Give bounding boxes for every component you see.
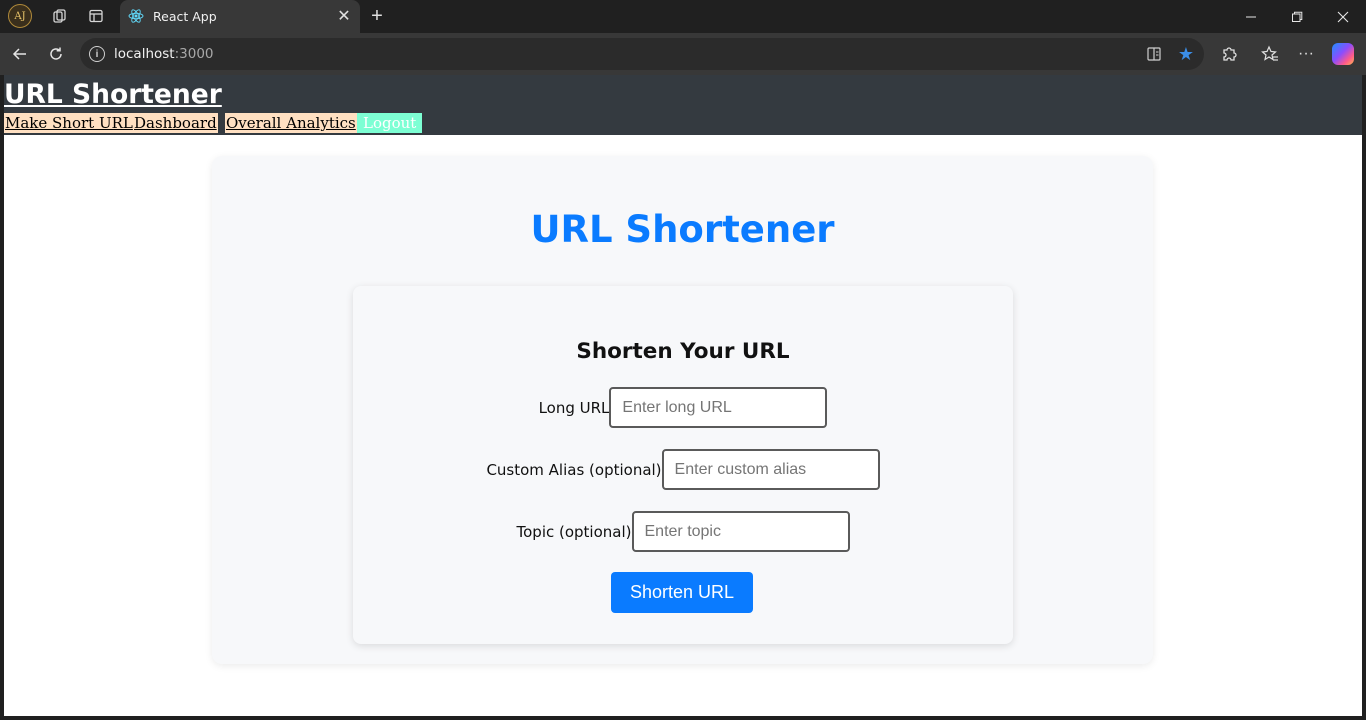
back-icon[interactable] <box>8 42 32 66</box>
close-window-button[interactable] <box>1320 0 1366 33</box>
tab-actions-icon[interactable] <box>85 5 107 27</box>
shorten-form-card: Shorten Your URL Long URL Custom Alias (… <box>353 286 1013 644</box>
shorten-url-button[interactable]: Shorten URL <box>611 572 753 613</box>
page-title: URL Shortener <box>530 208 835 251</box>
address-url: localhost:3000 <box>114 46 214 62</box>
custom-alias-label: Custom Alias (optional) <box>486 460 662 479</box>
nav-dashboard[interactable]: Dashboard <box>133 113 218 133</box>
form-heading: Shorten Your URL <box>576 339 790 364</box>
nav-overall-analytics[interactable]: Overall Analytics <box>225 113 357 133</box>
main-card: URL Shortener Shorten Your URL Long URL … <box>212 156 1153 664</box>
page-viewport: URL Shortener Make Short URL Dashboard O… <box>4 75 1362 716</box>
app-title-link[interactable]: URL Shortener <box>4 79 222 110</box>
app-header: URL Shortener Make Short URL Dashboard O… <box>4 75 1362 135</box>
custom-alias-input[interactable] <box>661 449 880 490</box>
react-favicon <box>128 8 144 24</box>
custom-alias-row: Custom Alias (optional) <box>353 449 1013 490</box>
restore-button[interactable] <box>1274 0 1320 33</box>
tab-react-app[interactable]: React App ✕ <box>120 0 360 33</box>
immersive-reader-icon[interactable] <box>1144 44 1164 64</box>
copilot-icon[interactable] <box>1332 43 1354 65</box>
logout-button[interactable]: Logout <box>357 113 423 133</box>
favorite-star-icon[interactable]: ★ <box>1176 44 1196 64</box>
profile-avatar[interactable]: AJ <box>8 4 32 28</box>
topic-input[interactable] <box>631 511 850 552</box>
topic-label: Topic (optional) <box>516 522 632 541</box>
nav-make-short-url[interactable]: Make Short URL <box>4 113 134 133</box>
long-url-input[interactable] <box>609 387 828 428</box>
long-url-row: Long URL <box>353 387 1013 428</box>
refresh-icon[interactable] <box>44 42 68 66</box>
close-icon[interactable]: ✕ <box>334 6 354 26</box>
topic-row: Topic (optional) <box>353 511 1013 552</box>
new-tab-icon[interactable]: + <box>366 5 388 27</box>
browser-tab-bar: AJ React App ✕ + <box>0 0 1366 33</box>
tab-title: React App <box>153 9 217 24</box>
favorites-icon[interactable] <box>1259 43 1281 65</box>
workspaces-icon[interactable] <box>49 5 71 27</box>
minimize-button[interactable] <box>1228 0 1274 33</box>
long-url-label: Long URL <box>538 398 610 417</box>
address-bar[interactable]: i localhost:3000 ★ <box>80 38 1204 70</box>
window-bottom-border <box>0 716 1366 720</box>
extensions-icon[interactable] <box>1218 43 1240 65</box>
site-info-icon[interactable]: i <box>89 46 105 62</box>
more-icon[interactable]: ··· <box>1295 43 1317 65</box>
browser-toolbar: i localhost:3000 ★ ··· <box>0 33 1366 75</box>
